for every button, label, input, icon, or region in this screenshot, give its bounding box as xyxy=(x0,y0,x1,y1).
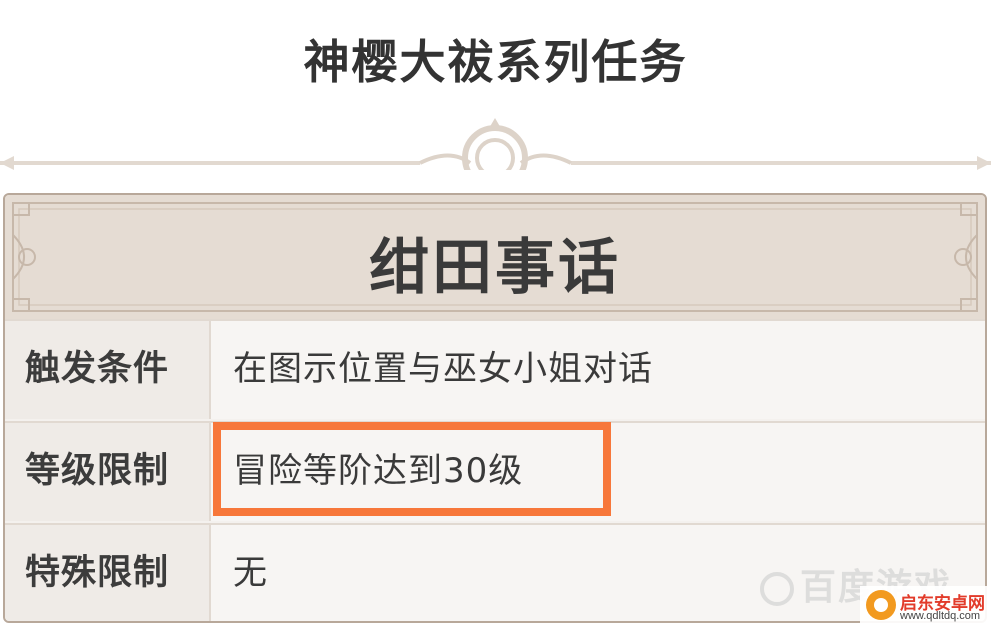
row-value: 在图示位置与巫女小姐对话 xyxy=(211,321,985,419)
row-label: 特殊限制 xyxy=(5,525,211,621)
table-row-level: 等级限制 冒险等阶达到30级 xyxy=(5,421,985,521)
baidu-logo-icon xyxy=(760,572,794,606)
site-logo-url: www.qdltdq.com xyxy=(900,610,981,622)
table-row-trigger: 触发条件 在图示位置与巫女小姐对话 xyxy=(5,319,985,419)
quest-title: 绀田事话 xyxy=(369,233,621,303)
row-value: 冒险等阶达到30级 xyxy=(211,423,985,521)
row-label: 触发条件 xyxy=(5,321,211,419)
site-logo: 启东安卓网 www.qdltdq.com xyxy=(860,586,991,629)
row-label: 等级限制 xyxy=(5,423,211,521)
site-logo-icon xyxy=(866,590,896,620)
card-header: 绀田事话 xyxy=(5,195,985,319)
ornamental-divider xyxy=(0,118,991,178)
page-title: 神樱大祓系列任务 xyxy=(303,35,688,89)
